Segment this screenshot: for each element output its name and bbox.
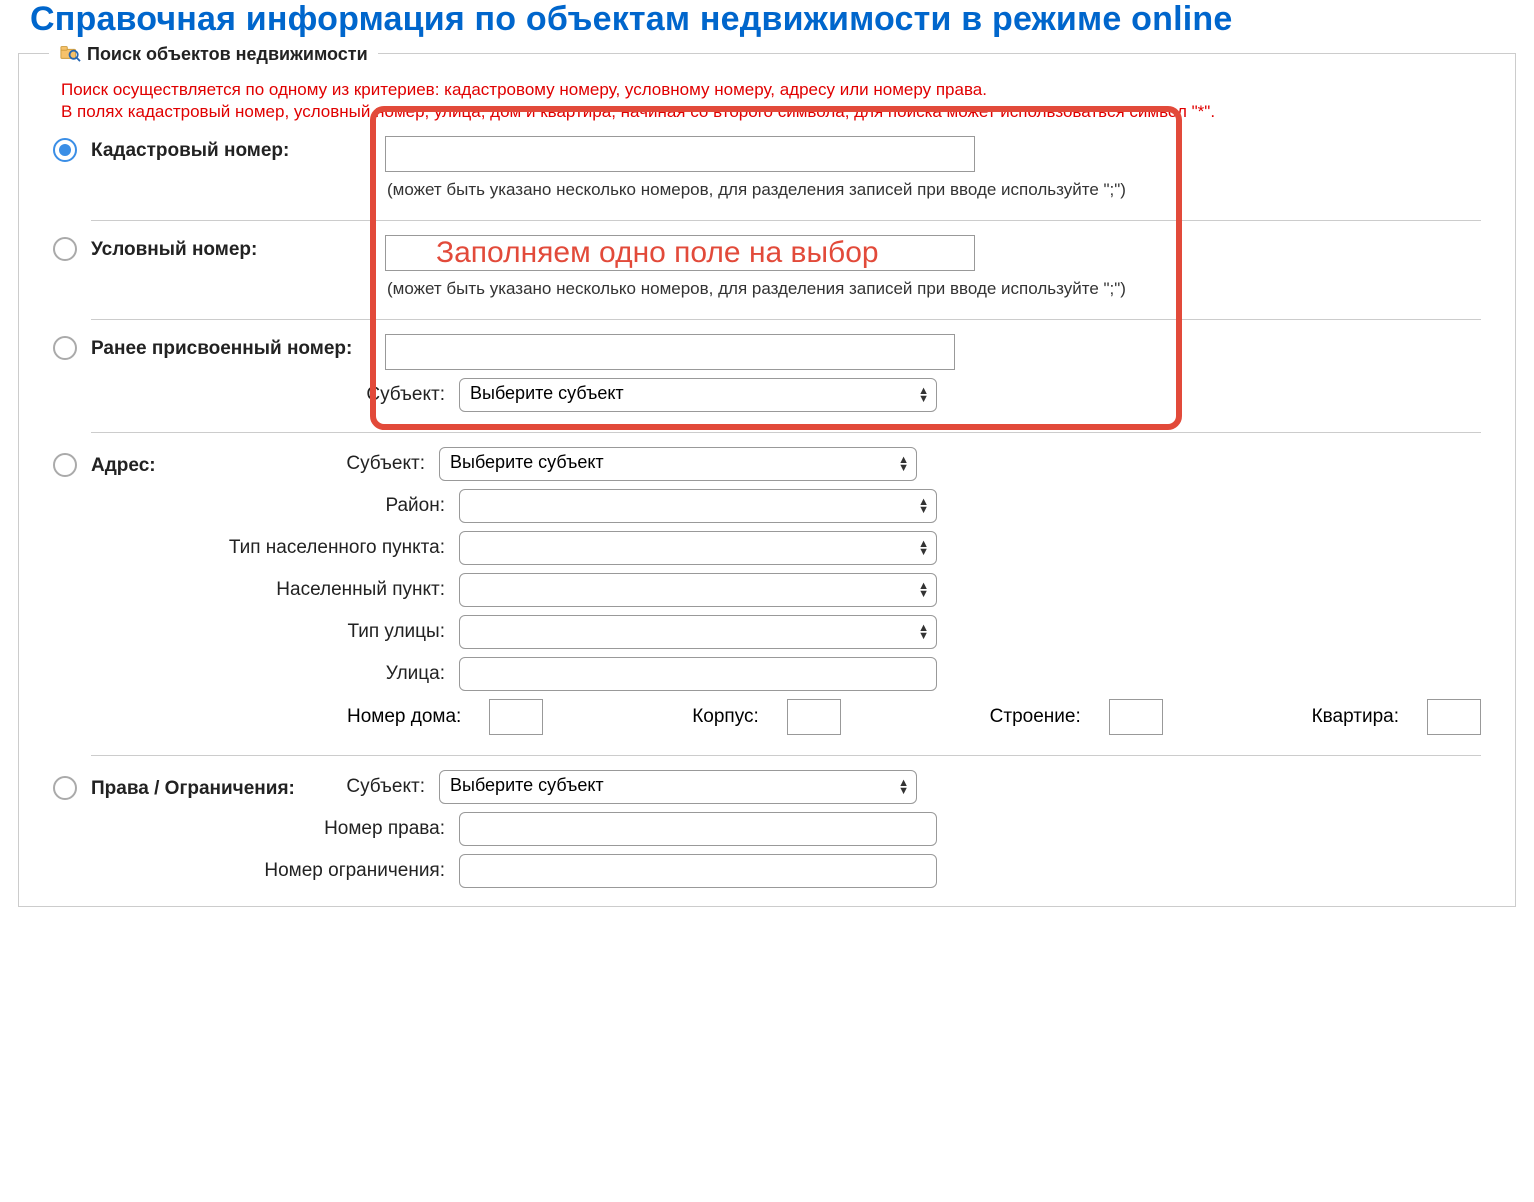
radio-previous-number[interactable] <box>53 336 77 360</box>
label-address: Адрес: <box>91 451 181 477</box>
label-right-number: Номер права: <box>105 818 445 840</box>
search-icon <box>59 42 81 67</box>
radio-cadastral-number[interactable] <box>53 138 77 162</box>
input-korpus[interactable] <box>787 699 841 735</box>
input-right-number[interactable] <box>459 812 937 846</box>
search-panel: Поиск объектов недвижимости Поиск осущес… <box>18 53 1516 907</box>
search-hint-line-2: В полях кадастровый номер, условный номе… <box>61 102 1495 122</box>
input-house-number[interactable] <box>489 699 543 735</box>
input-cadastral-number[interactable] <box>385 136 975 172</box>
label-korpus: Корпус: <box>692 706 759 728</box>
label-street-type: Тип улицы: <box>105 621 445 643</box>
label-address-district: Район: <box>105 495 445 517</box>
helper-conditional-number: (может быть указано несколько номеров, д… <box>387 279 1481 299</box>
select-address-district[interactable] <box>459 489 937 523</box>
label-building: Строение: <box>990 706 1081 728</box>
label-previous-number: Ранее присвоенный номер: <box>91 334 391 360</box>
input-flat[interactable] <box>1427 699 1481 735</box>
select-address-subject[interactable]: Выберите субъект <box>439 447 917 481</box>
input-conditional-number[interactable] <box>385 235 975 271</box>
label-rights-subject: Субъект: <box>335 776 425 798</box>
label-restriction-number: Номер ограничения: <box>105 860 445 882</box>
input-previous-number[interactable] <box>385 334 955 370</box>
input-street[interactable] <box>459 657 937 691</box>
radio-conditional-number[interactable] <box>53 237 77 261</box>
select-street-type[interactable] <box>459 615 937 649</box>
select-previous-subject[interactable]: Выберите субъект <box>459 378 937 412</box>
input-restriction-number[interactable] <box>459 854 937 888</box>
select-settlement-type[interactable] <box>459 531 937 565</box>
page-title: Справочная информация по объектам недвиж… <box>30 0 1534 39</box>
radio-rights-restrictions[interactable] <box>53 776 77 800</box>
select-settlement[interactable] <box>459 573 937 607</box>
label-rights-restrictions: Права / Ограничения: <box>91 774 321 800</box>
label-street: Улица: <box>105 663 445 685</box>
label-address-subject: Субъект: <box>195 453 425 475</box>
input-building[interactable] <box>1109 699 1163 735</box>
label-conditional-number: Условный номер: <box>91 235 371 261</box>
helper-cadastral-number: (может быть указано несколько номеров, д… <box>387 180 1481 200</box>
label-previous-subject: Субъект: <box>105 384 445 406</box>
search-hint-line-1: Поиск осуществляется по одному из критер… <box>61 80 1495 100</box>
radio-address[interactable] <box>53 453 77 477</box>
label-house-number: Номер дома: <box>347 706 461 728</box>
label-settlement: Населенный пункт: <box>105 579 445 601</box>
select-rights-subject[interactable]: Выберите субъект <box>439 770 917 804</box>
panel-legend: Поиск объектов недвижимости <box>49 42 378 67</box>
label-flat: Квартира: <box>1312 706 1399 728</box>
panel-title: Поиск объектов недвижимости <box>87 44 368 65</box>
label-cadastral-number: Кадастровый номер: <box>91 136 371 162</box>
label-settlement-type: Тип населенного пункта: <box>105 537 445 559</box>
